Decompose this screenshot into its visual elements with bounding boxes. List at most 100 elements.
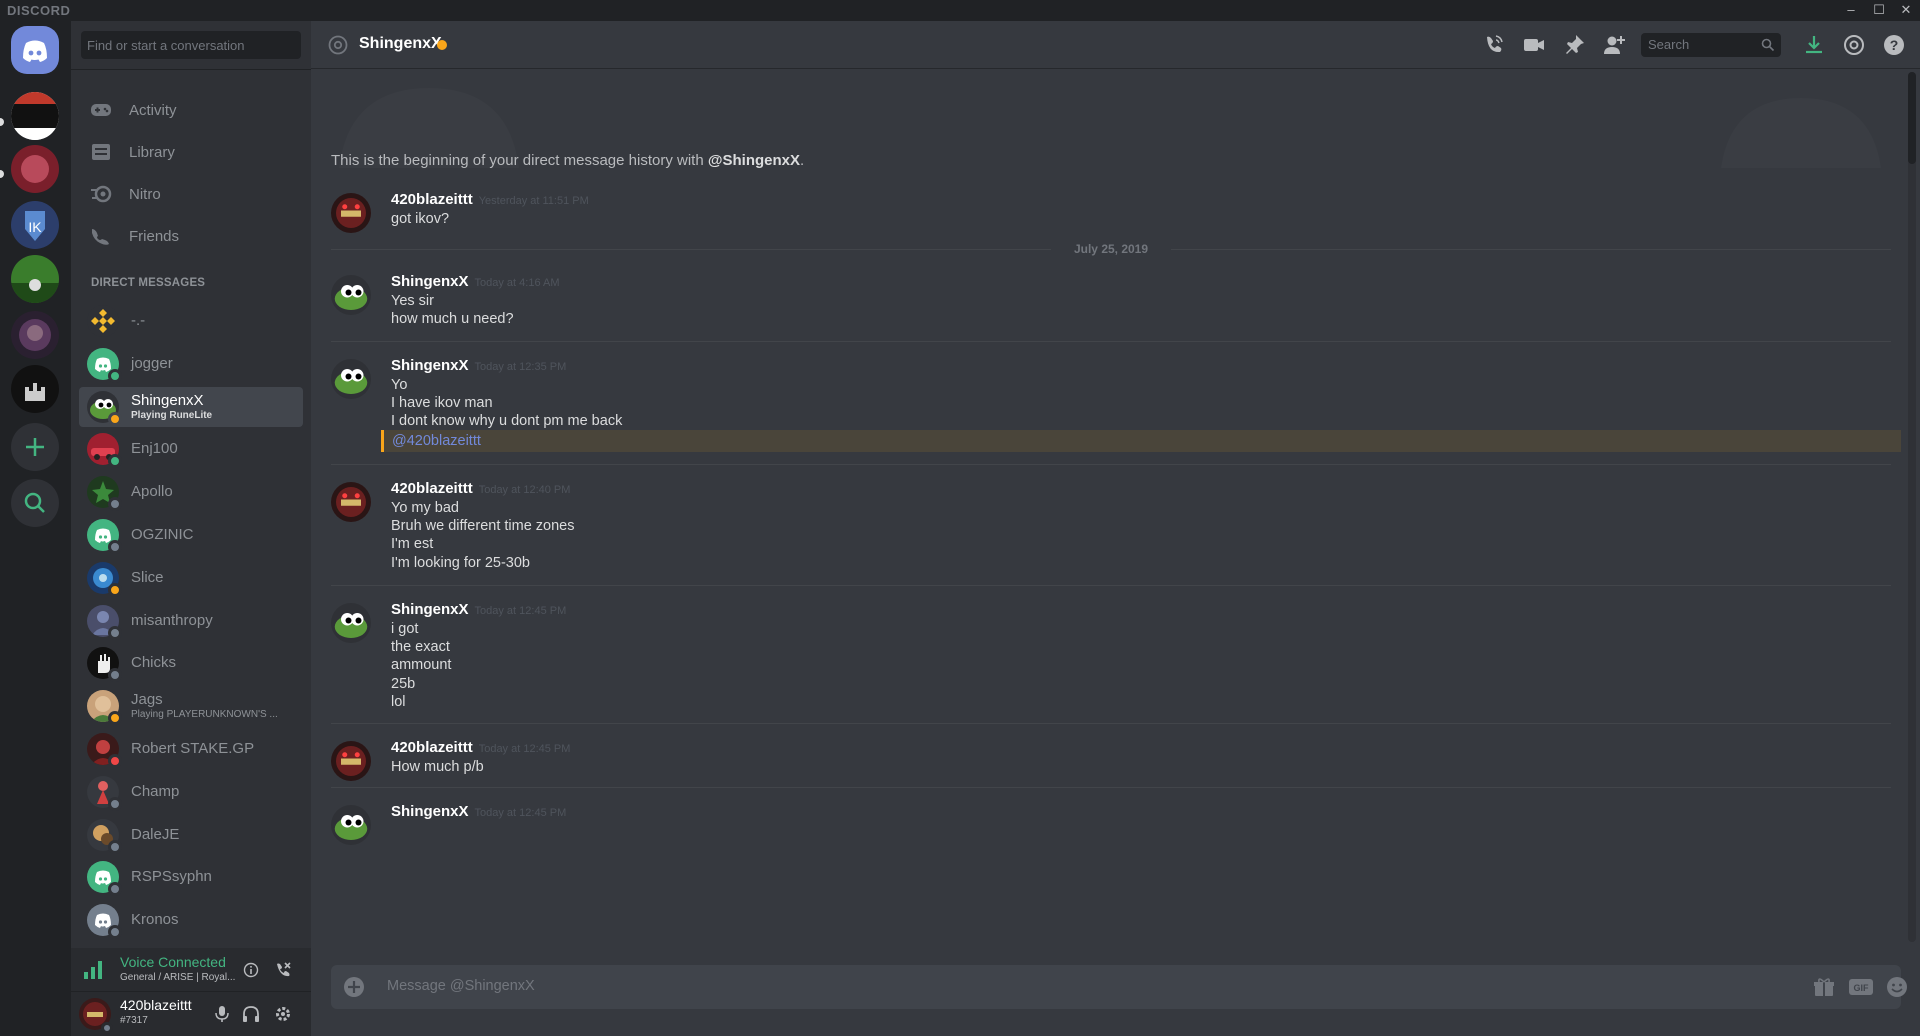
gift-icon[interactable] [1813,976,1835,998]
chat-area: ShingenxX Search ? This is the beginning… [311,21,1920,1036]
info-icon[interactable] [243,962,259,978]
dm-item[interactable]: -.- [79,301,303,341]
status-dot [108,411,122,426]
avatar[interactable] [331,741,371,781]
close-button[interactable]: ✕ [1893,0,1919,21]
message-group[interactable]: 420blazeittt Today at 12:40 PM Yo my bad Br… [331,480,1891,571]
search-icon [24,492,45,513]
user-mention[interactable]: @420blazeittt [392,433,481,449]
minimize-button[interactable]: – [1838,0,1864,21]
message-group[interactable]: 420blazeittt Today at 12:45 PM How much p/… [331,739,1891,781]
message-group[interactable]: ShingenxX Today at 12:45 PM [331,803,1891,845]
avatar[interactable] [331,603,371,643]
dm-item[interactable]: Kronos [79,900,303,940]
avatar[interactable] [331,275,371,315]
message-author[interactable]: 420blazeittt Yesterday at 11:51 PM [391,191,589,208]
server-demolition-icon[interactable] [11,92,59,140]
dm-item[interactable]: jogger [79,344,303,384]
avatar[interactable] [331,193,371,233]
dm-item[interactable]: ShingenxX Playing RuneLite [79,386,303,427]
voice-connection-panel: Voice Connected General / ARISE | Royal.… [71,948,311,992]
dm-item[interactable]: Jags Playing PLAYERUNKNOWN'S ... [79,686,303,726]
author-name[interactable]: 420blazeittt [391,480,473,497]
voice-call-icon[interactable] [1482,33,1506,57]
nav-friends[interactable]: Friends [79,216,303,256]
status-dot [101,1022,113,1034]
message-composer[interactable]: Message @ShingenxX GIF [331,965,1907,1009]
message-group[interactable]: ShingenxX Today at 12:45 PM i got the exact… [331,601,1891,710]
message-group[interactable]: ShingenxX Today at 12:35 PM Yo I have ikov … [331,357,1891,429]
message-input[interactable]: Message @ShingenxX [387,978,535,994]
avatar[interactable] [331,482,371,522]
author-name[interactable]: 420blazeittt [391,739,473,756]
download-icon[interactable] [1802,33,1826,57]
upload-plus-icon[interactable] [343,976,365,998]
nav-label: Nitro [129,185,161,203]
nav-library[interactable]: Library [79,132,303,172]
message-group[interactable]: ShingenxX Today at 4:16 AM Yes sir how much… [331,273,1891,327]
server-castle-icon[interactable] [11,365,59,413]
emoji-icon[interactable] [1886,976,1908,998]
avatar[interactable] [331,359,371,399]
dm-item[interactable]: OGZINIC [79,515,303,555]
message-timestamp: Today at 12:35 PM [474,361,567,373]
chat-search-input[interactable]: Search [1641,33,1781,57]
avatar [87,305,119,337]
maximize-button[interactable]: ☐ [1866,0,1892,21]
gif-icon[interactable]: GIF [1848,977,1874,997]
video-call-icon[interactable] [1522,33,1546,57]
message-author[interactable]: ShingenxX Today at 4:16 AM [391,273,560,290]
message-author[interactable]: 420blazeittt Today at 12:40 PM [391,480,570,497]
find-conversation-input[interactable]: Find or start a conversation [81,31,301,59]
server-dark-icon[interactable] [11,311,59,359]
explore-servers-button[interactable] [11,479,59,527]
nav-nitro[interactable]: Nitro [79,174,303,214]
dm-item[interactable]: Chicks [79,643,303,683]
help-icon[interactable]: ? [1882,33,1906,57]
headphones-icon[interactable] [242,1005,260,1023]
home-button[interactable] [11,26,59,74]
mentions-icon[interactable] [1842,33,1866,57]
avatar[interactable] [331,805,371,845]
status-dot [108,882,122,897]
author-name[interactable]: ShingenxX [391,803,469,820]
dm-item[interactable]: Apollo [79,472,303,512]
dm-item[interactable]: DaleJE [79,815,303,855]
dm-item[interactable]: Enj100 [79,429,303,469]
voice-channel[interactable]: General / ARISE | Royal... [120,972,235,983]
voice-status[interactable]: Voice Connected [120,954,226,970]
group-separator [331,723,1891,724]
message-author[interactable]: ShingenxX Today at 12:35 PM [391,357,566,374]
server-ik-icon[interactable]: IK [11,201,59,249]
message-text: 25b [391,675,416,692]
author-name[interactable]: 420blazeittt [391,191,473,208]
server-yal-icon[interactable] [11,255,59,303]
dm-item[interactable]: Slice [79,558,303,598]
add-server-button[interactable] [11,423,59,471]
message-group[interactable]: 420blazeittt Yesterday at 11:51 PM got iko… [331,191,1891,233]
dm-item[interactable]: Champ [79,772,303,812]
message-author[interactable]: ShingenxX Today at 12:45 PM [391,601,566,618]
disconnect-icon[interactable] [274,961,292,979]
dm-item[interactable]: misanthropy [79,601,303,641]
author-name[interactable]: ShingenxX [391,601,469,618]
avatar [87,647,122,683]
add-friend-icon[interactable] [1602,33,1626,57]
microphone-icon[interactable] [214,1005,230,1023]
author-name[interactable]: ShingenxX [391,273,469,290]
scrollbar-track[interactable] [1908,72,1916,942]
author-name[interactable]: ShingenxX [391,357,469,374]
message-list[interactable]: This is the beginning of your direct mes… [311,70,1901,945]
scrollbar-thumb[interactable] [1908,72,1916,164]
dm-item[interactable]: RSPSsyphn [79,857,303,897]
message-author[interactable]: ShingenxX Today at 12:45 PM [391,803,566,820]
gear-icon[interactable] [274,1005,292,1023]
nav-activity[interactable]: Activity [79,90,303,130]
dm-item[interactable]: Robert STAKE.GP [79,729,303,769]
server-center-icon[interactable] [11,145,59,193]
dm-activity: Playing RuneLite [131,409,213,421]
message-text: How much p/b [391,759,484,775]
nav-label: Activity [129,101,177,119]
message-author[interactable]: 420blazeittt Today at 12:45 PM [391,739,570,756]
pin-icon[interactable] [1562,33,1586,57]
